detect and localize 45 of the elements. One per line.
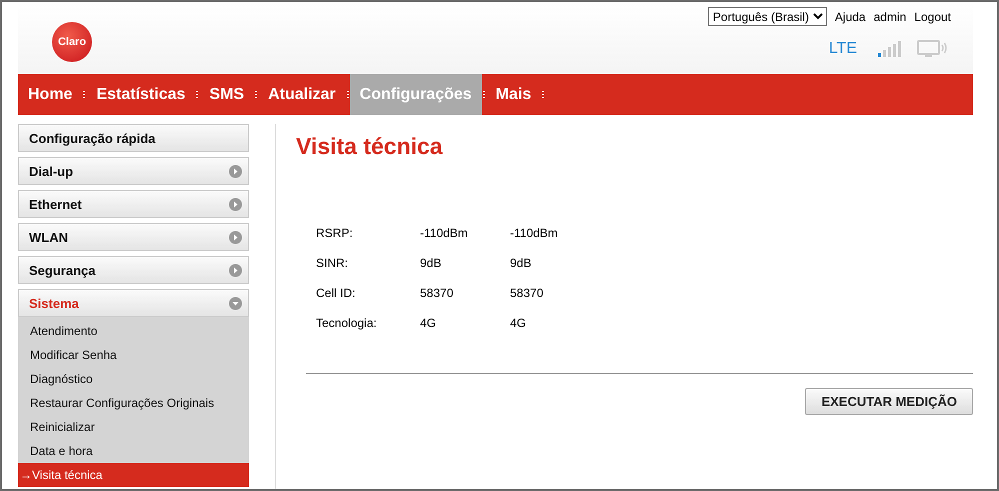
run-measurement-button[interactable]: EXECUTAR MEDIÇÃO xyxy=(805,388,973,415)
submenu-item[interactable]: Diagnóstico xyxy=(18,367,249,391)
chevron-icon xyxy=(229,198,242,210)
header-link[interactable]: Ajuda xyxy=(834,10,866,24)
nav-tab[interactable]: Atualizar xyxy=(258,74,346,115)
submenu-item[interactable]: Restaurar Configurações Originais xyxy=(18,391,249,415)
submenu-item[interactable]: Reinicializar xyxy=(18,415,249,439)
field-value: 58370 xyxy=(510,285,544,302)
page-title: Visita técnica xyxy=(296,133,444,161)
header-link[interactable]: admin xyxy=(874,10,906,24)
field-value: -110dBm xyxy=(420,225,469,242)
chevron-icon xyxy=(229,264,242,276)
submenu-item[interactable]: Data e hora xyxy=(18,439,249,463)
sidebar-item[interactable]: Segurança xyxy=(18,256,249,284)
submenu-item[interactable]: Atendimento xyxy=(18,319,249,343)
nav-tab[interactable]: SMS xyxy=(199,74,254,115)
field-value: 9dB xyxy=(510,255,532,272)
monitor-icon xyxy=(917,40,947,58)
sidebar-item[interactable]: Sistema xyxy=(18,289,249,317)
field-value: 58370 xyxy=(420,285,454,302)
field-label: Tecnologia: xyxy=(315,315,378,332)
sidebar-item[interactable]: Ethernet xyxy=(18,190,249,218)
chevron-icon xyxy=(229,230,242,244)
field-value: 4G xyxy=(420,315,438,332)
signal-icon xyxy=(877,41,903,57)
field-label: Cell ID: xyxy=(315,285,356,302)
chevron-icon xyxy=(229,296,242,310)
nav-tab[interactable]: Mais xyxy=(486,74,542,115)
network-type: LTE xyxy=(828,40,857,58)
field-value: 4G xyxy=(510,315,528,332)
sidebar-item[interactable]: WLAN xyxy=(18,223,249,251)
submenu-item[interactable]: Modificar Senha xyxy=(18,343,249,367)
language-select[interactable]: Português (Brasil) xyxy=(708,7,827,26)
field-label: RSRP: xyxy=(315,225,354,242)
submenu-item[interactable]: →Visita técnica xyxy=(18,463,249,487)
field-label: SINR: xyxy=(315,255,350,272)
nav-tab[interactable]: Estatísticas xyxy=(86,74,196,115)
chevron-icon xyxy=(229,164,242,178)
sidebar-item[interactable]: Configuração rápida xyxy=(18,124,249,152)
field-value: 9dB xyxy=(420,255,442,272)
field-value: -110dBm xyxy=(510,225,559,242)
sidebar-item[interactable]: Dial-up xyxy=(18,157,249,185)
nav-tab[interactable]: Home xyxy=(18,74,82,115)
header-link[interactable]: Logout xyxy=(914,10,951,24)
logo-badge: Claro xyxy=(52,22,92,62)
